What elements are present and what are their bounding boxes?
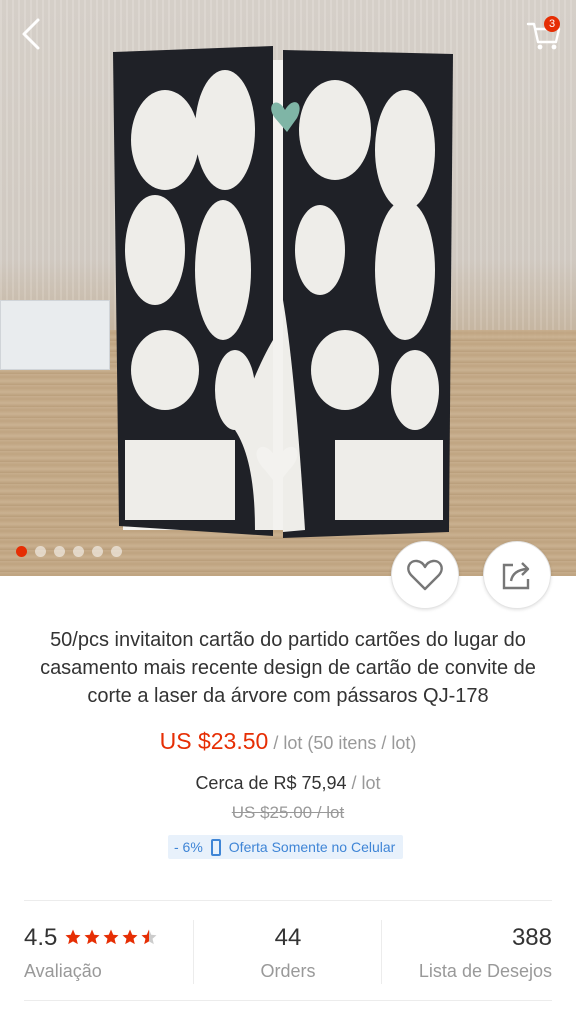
price-unit: / lot (50 itens / lot)	[268, 733, 417, 753]
wishlist-stat[interactable]: 388 Lista de Desejos	[382, 902, 552, 1000]
gallery-dot[interactable]	[35, 546, 46, 557]
star-icon	[65, 929, 81, 945]
heart-outline-icon	[407, 559, 443, 591]
gallery-dot-active[interactable]	[16, 546, 27, 557]
half-star-icon	[141, 929, 157, 945]
back-button[interactable]	[16, 14, 52, 54]
gallery-dot[interactable]	[92, 546, 103, 557]
phone-icon	[210, 838, 221, 856]
product-photo-card	[113, 46, 453, 538]
local-price: Cerca de R$ 75,94	[195, 773, 347, 793]
product-title: 50/pcs invitaiton cartão do partido cart…	[40, 629, 536, 707]
background-box	[0, 300, 110, 370]
product-stats: 4.5 Avaliação 44 Orders 388 Lista de Des…	[0, 902, 576, 1000]
orders-value: 44	[274, 924, 302, 951]
star-icon	[84, 929, 100, 945]
divider	[24, 1000, 552, 1001]
local-price-unit: / lot	[346, 773, 381, 793]
orders-stat[interactable]: 44 Orders	[194, 902, 382, 1000]
wishlist-label: Lista de Desejos	[418, 961, 552, 981]
product-price: US $23.50	[159, 728, 269, 754]
share-icon	[502, 562, 530, 590]
cart-count-badge: 3	[544, 16, 560, 32]
gallery-pagination	[16, 546, 122, 557]
mobile-promo-badge: - 6% Oferta Somente no Celular	[168, 835, 404, 859]
local-price-line: Cerca de R$ 75,94 / lot	[0, 773, 576, 794]
chevron-left-icon	[22, 18, 40, 50]
wishlist-value: 388	[511, 924, 552, 951]
promo-text: Oferta Somente no Celular	[228, 839, 396, 855]
star-icon	[122, 929, 138, 945]
rating-value: 4.5	[24, 924, 58, 951]
rating-label: Avaliação	[24, 961, 102, 981]
rating-stars	[64, 928, 158, 946]
gallery-dot[interactable]	[54, 546, 65, 557]
star-icon	[103, 929, 119, 945]
share-button[interactable]	[483, 541, 551, 609]
discount-percent: - 6%	[174, 839, 203, 855]
product-image-gallery[interactable]	[0, 0, 576, 576]
rating-stat[interactable]: 4.5 Avaliação	[24, 902, 184, 1000]
price-line: US $23.50 / lot (50 itens / lot)	[0, 728, 576, 755]
orders-label: Orders	[260, 961, 316, 981]
gallery-dot[interactable]	[73, 546, 84, 557]
wishlist-button[interactable]	[391, 541, 459, 609]
gallery-dot[interactable]	[111, 546, 122, 557]
original-price: US $25.00 / lot	[231, 803, 345, 822]
divider	[24, 900, 552, 901]
